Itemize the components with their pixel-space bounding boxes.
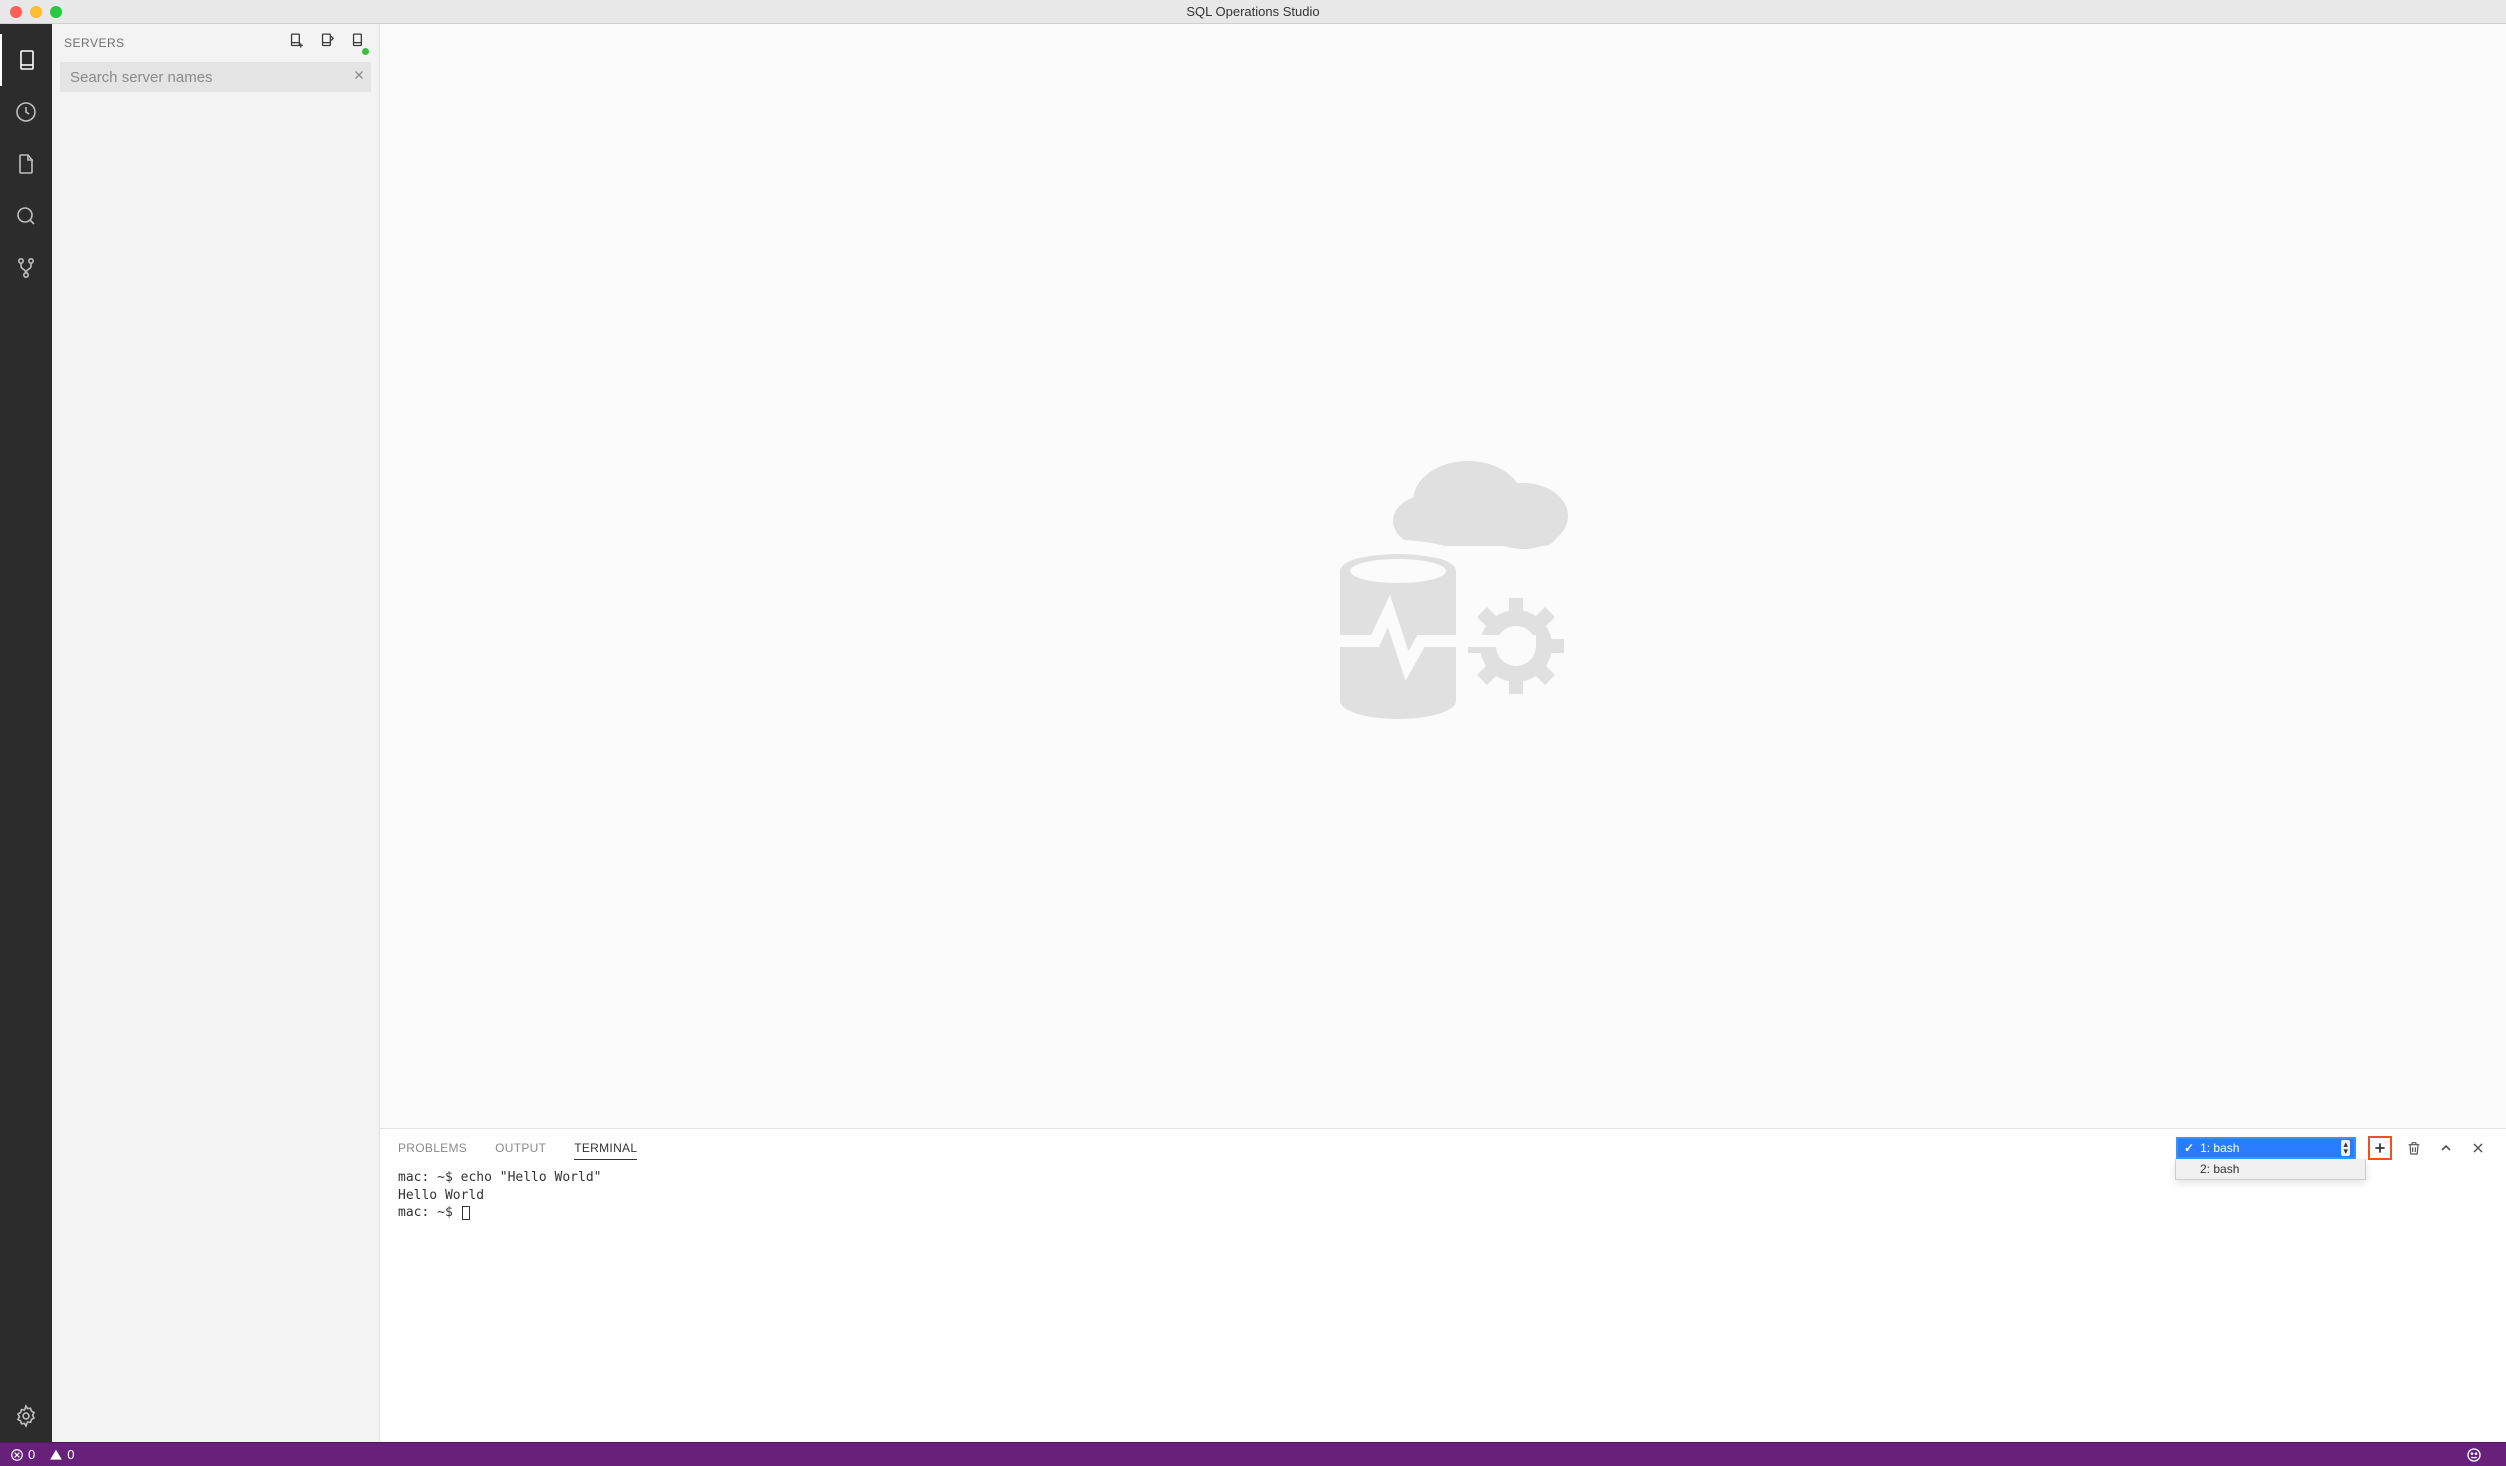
activity-servers[interactable] xyxy=(0,34,52,86)
tab-output[interactable]: OUTPUT xyxy=(495,1137,546,1159)
new-group-button[interactable] xyxy=(319,32,336,54)
trash-icon xyxy=(2406,1140,2422,1156)
sidebar-header: SERVERS xyxy=(52,24,379,62)
smiley-icon xyxy=(2466,1447,2482,1463)
panel-actions: ✓ 1: bash ▴▾ 2: bash xyxy=(2176,1136,2488,1160)
titlebar: SQL Operations Studio xyxy=(0,0,2506,24)
error-count: 0 xyxy=(28,1447,35,1462)
activity-bar xyxy=(0,24,52,1442)
tab-terminal[interactable]: TERMINAL xyxy=(574,1137,637,1160)
sidebar: SERVERS xyxy=(52,24,380,1442)
error-icon xyxy=(10,1448,24,1462)
new-terminal-button[interactable] xyxy=(2368,1136,2392,1160)
activity-explorer[interactable] xyxy=(0,138,52,190)
terminal-selected-label: 1: bash xyxy=(2200,1141,2239,1155)
window-title: SQL Operations Studio xyxy=(1186,4,1319,19)
terminal-line: Hello World xyxy=(398,1188,484,1203)
editor-empty-state xyxy=(380,24,2506,1128)
status-feedback[interactable] xyxy=(2466,1447,2482,1463)
warning-icon xyxy=(49,1448,63,1462)
sidebar-actions xyxy=(288,32,367,54)
activity-tasks[interactable] xyxy=(0,86,52,138)
server-status-icon xyxy=(350,32,367,49)
status-errors[interactable]: 0 xyxy=(10,1447,35,1462)
terminal-cursor xyxy=(462,1206,470,1220)
warning-count: 0 xyxy=(67,1447,74,1462)
close-window-button[interactable] xyxy=(10,6,22,18)
server-status-button[interactable] xyxy=(350,32,367,54)
check-icon: ✓ xyxy=(2184,1141,2194,1155)
clock-icon xyxy=(14,100,38,124)
window-controls xyxy=(0,6,62,18)
server-group-icon xyxy=(319,32,336,49)
close-icon xyxy=(2471,1141,2485,1155)
activity-settings[interactable] xyxy=(0,1390,52,1442)
gear-icon xyxy=(14,1404,38,1428)
terminal-line: mac: ~$ echo "Hello World" xyxy=(398,1170,602,1185)
plus-icon xyxy=(2373,1141,2387,1155)
server-icon xyxy=(15,48,39,72)
search-icon xyxy=(14,204,38,228)
status-dot-icon xyxy=(362,48,369,55)
clear-search-button[interactable] xyxy=(353,68,365,86)
maximize-window-button[interactable] xyxy=(50,6,62,18)
activity-source-control[interactable] xyxy=(0,242,52,294)
search-box xyxy=(60,62,371,92)
new-connection-button[interactable] xyxy=(288,32,305,54)
server-search-input[interactable] xyxy=(60,62,371,92)
close-panel-button[interactable] xyxy=(2468,1138,2488,1158)
git-branch-icon xyxy=(14,256,38,280)
terminal-dropdown: 2: bash xyxy=(2175,1159,2366,1180)
terminal-selector[interactable]: ✓ 1: bash ▴▾ 2: bash xyxy=(2176,1137,2356,1159)
maximize-panel-button[interactable] xyxy=(2436,1138,2456,1158)
terminal-output[interactable]: mac: ~$ echo "Hello World" Hello World m… xyxy=(380,1167,2506,1442)
activity-search[interactable] xyxy=(0,190,52,242)
sidebar-title: SERVERS xyxy=(64,36,288,50)
status-warnings[interactable]: 0 xyxy=(49,1447,74,1462)
close-icon xyxy=(353,69,365,81)
minimize-window-button[interactable] xyxy=(30,6,42,18)
editor-area: PROBLEMS OUTPUT TERMINAL ✓ 1: bash ▴▾ 2:… xyxy=(380,24,2506,1442)
terminal-option-2[interactable]: 2: bash xyxy=(2176,1159,2365,1179)
kill-terminal-button[interactable] xyxy=(2404,1138,2424,1158)
database-cloud-watermark-icon xyxy=(1298,421,1588,731)
tab-problems[interactable]: PROBLEMS xyxy=(398,1137,467,1159)
status-bar: 0 0 xyxy=(0,1442,2506,1466)
bottom-panel: PROBLEMS OUTPUT TERMINAL ✓ 1: bash ▴▾ 2:… xyxy=(380,1128,2506,1442)
updown-icon: ▴▾ xyxy=(2341,1140,2350,1156)
chevron-up-icon xyxy=(2438,1140,2454,1156)
terminal-line: mac: ~$ xyxy=(398,1205,461,1220)
main-area: SERVERS xyxy=(0,24,2506,1442)
server-plus-icon xyxy=(288,32,305,49)
file-icon xyxy=(14,152,38,176)
panel-tab-bar: PROBLEMS OUTPUT TERMINAL ✓ 1: bash ▴▾ 2:… xyxy=(380,1129,2506,1167)
